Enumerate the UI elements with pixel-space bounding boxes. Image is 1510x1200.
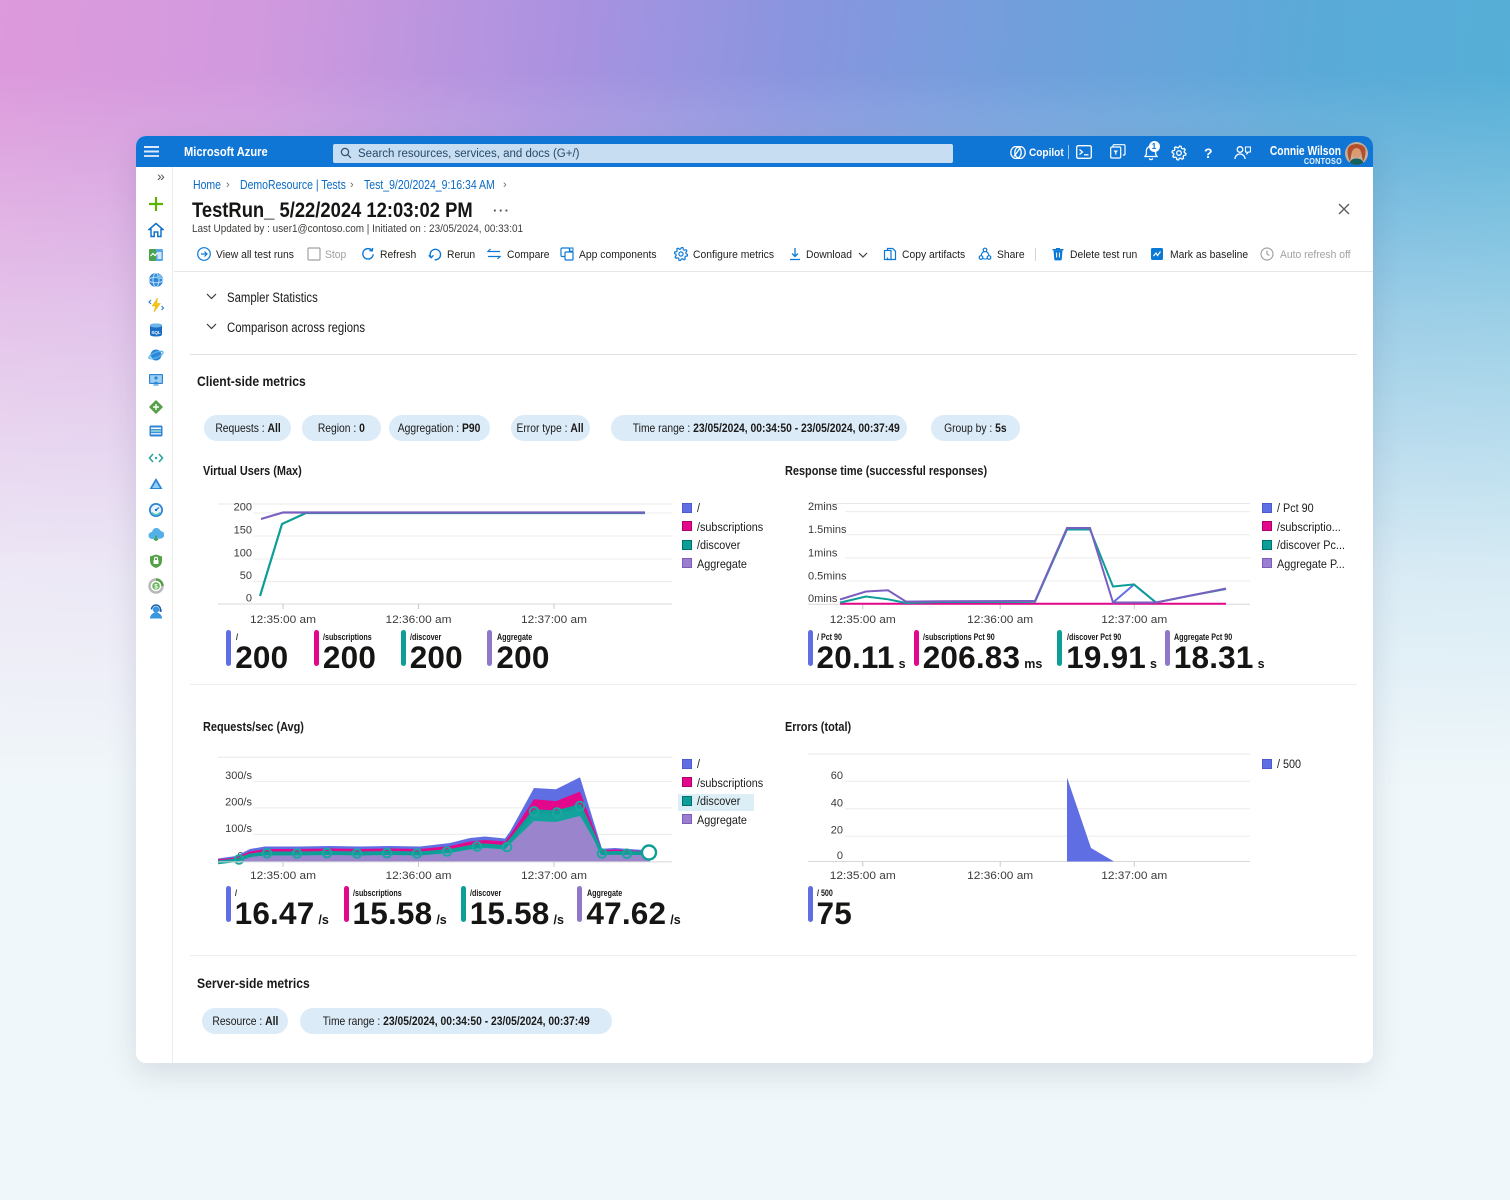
svg-text:40: 40	[831, 797, 843, 809]
svg-text:60: 60	[831, 770, 843, 782]
svg-text:12:37:00 am: 12:37:00 am	[521, 614, 587, 626]
svg-text:12:36:00 am: 12:36:00 am	[386, 870, 452, 882]
svg-text:12:35:00 am: 12:35:00 am	[250, 870, 316, 882]
svg-text:50: 50	[240, 570, 252, 582]
svg-text:0: 0	[837, 850, 843, 862]
svg-text:12:36:00 am: 12:36:00 am	[967, 614, 1033, 626]
svg-text:2mins: 2mins	[808, 501, 838, 513]
svg-text:1mins: 1mins	[808, 547, 838, 559]
svg-text:12:36:00 am: 12:36:00 am	[967, 870, 1033, 882]
svg-text:200/s: 200/s	[225, 796, 252, 808]
svg-text:0: 0	[246, 593, 252, 605]
svg-text:12:35:00 am: 12:35:00 am	[250, 614, 316, 626]
svg-text:12:35:00 am: 12:35:00 am	[830, 614, 896, 626]
svg-text:1.5mins: 1.5mins	[808, 524, 847, 536]
svg-text:$: $	[154, 583, 158, 590]
svg-text:0mins: 0mins	[808, 593, 838, 605]
svg-text:12:37:00 am: 12:37:00 am	[1101, 870, 1167, 882]
svg-text:100: 100	[234, 548, 252, 560]
svg-text:SQL: SQL	[151, 330, 161, 335]
svg-text:12:36:00 am: 12:36:00 am	[386, 614, 452, 626]
svg-text:100/s: 100/s	[225, 823, 252, 835]
svg-text:200: 200	[234, 502, 252, 514]
svg-text:12:35:00 am: 12:35:00 am	[830, 870, 896, 882]
svg-text:0.5mins: 0.5mins	[808, 571, 847, 583]
svg-text:20: 20	[831, 825, 843, 837]
svg-text:12:37:00 am: 12:37:00 am	[521, 870, 587, 882]
svg-text:150: 150	[234, 525, 252, 537]
svg-text:300/s: 300/s	[225, 770, 252, 782]
svg-text:12:37:00 am: 12:37:00 am	[1101, 614, 1167, 626]
